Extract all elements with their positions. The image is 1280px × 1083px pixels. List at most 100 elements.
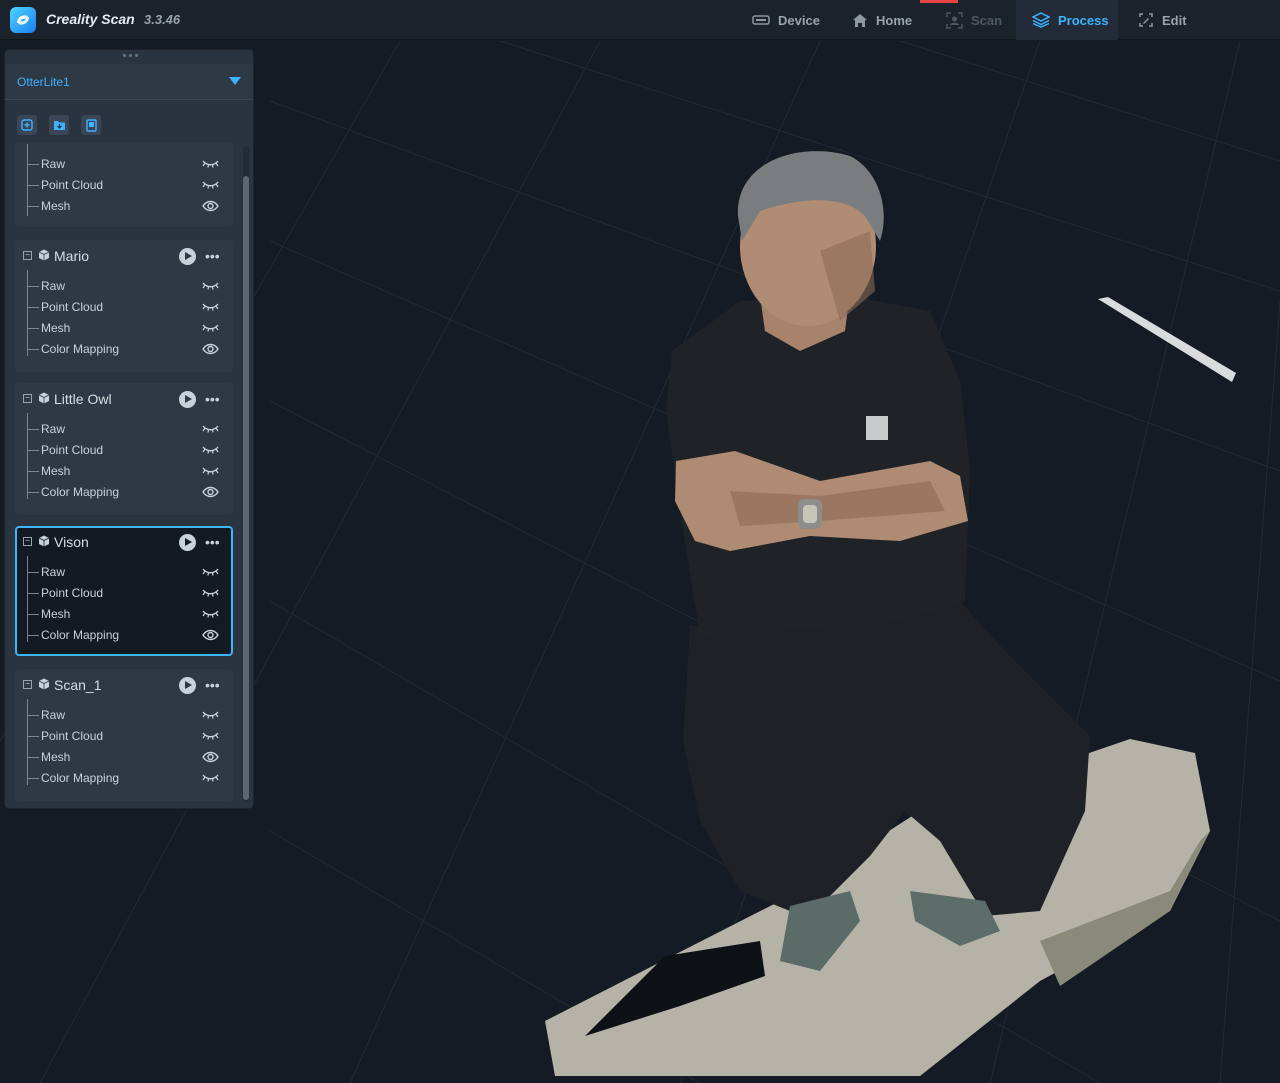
eye-closed-icon[interactable] [202,771,219,785]
eye-icon[interactable] [202,199,219,213]
layer-label: Point Cloud [41,586,104,600]
project-card-header: − Scan_1 ••• [15,669,233,699]
layer-row-mesh[interactable]: Mesh [27,462,227,480]
open-folder-button[interactable] [49,115,69,135]
eye-closed-icon[interactable] [202,157,219,171]
eye-closed-icon[interactable] [202,565,219,579]
layer-row-point-cloud[interactable]: Point Cloud [27,727,227,745]
layer-label: Raw [41,708,66,722]
nav-device-label: Device [778,12,820,28]
layer-label: Point Cloud [41,178,104,192]
project-name: Little Owl [54,391,112,407]
device-dropdown-value: OtterLite1 [17,74,70,89]
project-card-scan-1[interactable]: − Scan_1 ••• Raw Point Cloud Mesh Color … [15,669,233,801]
layer-row-point-cloud[interactable]: Point Cloud [27,441,227,459]
eye-closed-icon[interactable] [202,464,219,478]
eye-icon[interactable] [202,628,219,642]
device-dropdown[interactable]: OtterLite1 [5,64,253,100]
layer-label: Raw [41,422,66,436]
eye-closed-icon[interactable] [202,708,219,722]
layer-label: Raw [41,157,66,171]
layer-label: Point Cloud [41,443,104,457]
edit-icon [1139,13,1153,27]
layer-label: Color Mapping [41,628,120,642]
project-card-header: − Little Owl ••• [15,383,233,413]
cube-icon [38,535,50,547]
nav-process[interactable]: Process [1016,0,1118,40]
eye-closed-icon[interactable] [202,443,219,457]
device-icon [752,15,770,25]
eye-closed-icon[interactable] [202,586,219,600]
project-list-scrollbar[interactable] [243,146,249,802]
scrollbar-thumb[interactable] [243,176,249,800]
eye-icon[interactable] [202,485,219,499]
layer-row-point-cloud[interactable]: Point Cloud [27,176,227,194]
add-project-button[interactable] [17,115,37,135]
layer-row-mesh[interactable]: Mesh [27,319,227,337]
nav-edit[interactable]: Edit [1138,0,1198,40]
project-name: Vison [54,534,89,550]
collapse-icon[interactable]: − [23,680,32,689]
layer-row-mesh[interactable]: Mesh [27,748,227,766]
layer-row-raw[interactable]: Raw [27,706,227,724]
project-card-vison[interactable]: − Vison ••• Raw Point Cloud Mesh Color M… [15,526,233,656]
play-icon[interactable] [179,391,196,408]
nav-scan[interactable]: Scan [946,0,1006,40]
layer-row-point-cloud[interactable]: Point Cloud [27,298,227,316]
more-icon[interactable]: ••• [205,534,220,550]
project-card-mario[interactable]: − Mario ••• Raw Point Cloud Mesh Color M… [15,240,233,372]
nav-scan-label: Scan [971,12,1003,28]
eye-icon[interactable] [202,342,219,356]
project-name: Scan_1 [54,677,102,693]
play-icon[interactable] [179,677,196,694]
layer-row-raw[interactable]: Raw [27,563,227,581]
eye-closed-icon[interactable] [202,729,219,743]
play-icon[interactable] [179,248,196,265]
eye-icon[interactable] [202,750,219,764]
collapse-icon[interactable]: − [23,251,32,260]
eye-closed-icon[interactable] [202,321,219,335]
layer-label: Mesh [41,464,71,478]
eye-closed-icon[interactable] [202,279,219,293]
layer-row-point-cloud[interactable]: Point Cloud [27,584,227,602]
app-title: Creality Scan [46,11,135,27]
eye-closed-icon[interactable] [202,300,219,314]
more-icon[interactable]: ••• [205,391,220,407]
nav-home[interactable]: Home [852,0,922,40]
layer-row-color-mapping[interactable]: Color Mapping [27,626,227,644]
project-list[interactable]: Raw Point Cloud Mesh − Mario ••• Raw Poi… [11,142,237,802]
more-icon[interactable]: ••• [205,248,220,264]
layer-row-raw[interactable]: Raw [27,277,227,295]
nav-process-label: Process [1058,12,1109,28]
more-icon[interactable]: ••• [205,677,220,693]
collapse-icon[interactable]: − [23,537,32,546]
layer-label: Mesh [41,607,71,621]
layer-row-raw[interactable]: Raw [27,420,227,438]
layer-row-mesh[interactable]: Mesh [27,605,227,623]
cube-icon [38,249,50,261]
layer-label: Mesh [41,750,71,764]
project-card[interactable]: Raw Point Cloud Mesh [15,142,233,227]
layer-row-color-mapping[interactable]: Color Mapping [27,769,227,787]
play-icon[interactable] [179,534,196,551]
project-name: Mario [54,248,90,264]
scan-icon [946,11,963,29]
nav-device[interactable]: Device [752,0,832,40]
file-button[interactable] [81,115,101,135]
add-project-icon [21,119,33,131]
panel-drag-handle[interactable] [123,54,139,58]
collapse-icon[interactable]: − [23,394,32,403]
eye-closed-icon[interactable] [202,178,219,192]
layer-row-raw[interactable]: Raw [27,155,227,173]
nav-edit-label: Edit [1162,12,1187,28]
chevron-down-icon [229,77,241,85]
eye-closed-icon[interactable] [202,607,219,621]
layer-row-color-mapping[interactable]: Color Mapping [27,340,227,358]
layer-row-color-mapping[interactable]: Color Mapping [27,483,227,501]
eye-closed-icon[interactable] [202,422,219,436]
home-icon [853,13,867,27]
project-card-little-owl[interactable]: − Little Owl ••• Raw Point Cloud Mesh Co… [15,383,233,515]
file-icon [85,118,97,132]
project-card-header: − Vison ••• [17,528,231,558]
layer-row-mesh[interactable]: Mesh [27,197,227,215]
